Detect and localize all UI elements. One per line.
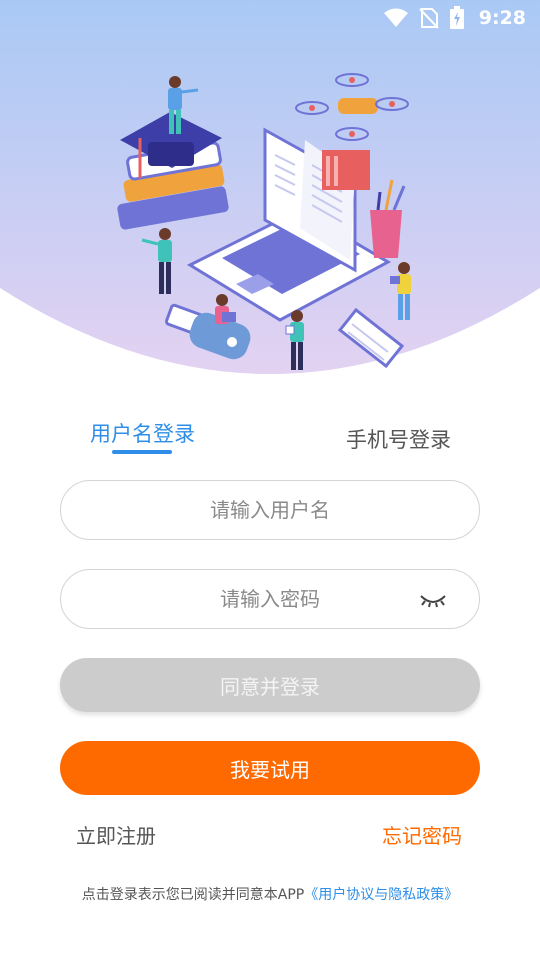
tab-username-login[interactable]: 用户名登录 (90, 418, 195, 448)
trial-button[interactable]: 我要试用 (60, 741, 480, 795)
password-input[interactable] (61, 570, 479, 628)
no-sim-icon (419, 8, 439, 29)
agreement-text: 点击登录表示您已阅读并同意本APP《用户协议与隐私政策》 (0, 884, 540, 904)
forgot-password-link[interactable]: 忘记密码 (382, 820, 462, 849)
hero-illustration (0, 0, 540, 380)
book-stand-icon (322, 150, 370, 190)
agree-and-login-button[interactable]: 同意并登录 (60, 658, 480, 712)
education-illustration (0, 0, 540, 374)
status-time: 9:28 (478, 7, 526, 29)
tab-active-underline (112, 450, 172, 454)
eye-closed-icon[interactable] (419, 588, 447, 612)
agreement-link[interactable]: 《用户协议与隐私政策》 (304, 887, 458, 903)
login-tabs: 用户名登录 手机号登录 (0, 410, 540, 460)
battery-charging-icon (449, 6, 464, 29)
register-link[interactable]: 立即注册 (76, 820, 156, 849)
wifi-icon (383, 8, 408, 27)
status-bar: 9:28 (0, 0, 540, 36)
password-field-container (60, 569, 480, 629)
username-input[interactable] (61, 481, 479, 539)
tab-phone-login[interactable]: 手机号登录 (346, 424, 451, 454)
agreement-prefix: 点击登录表示您已阅读并同意本APP (81, 887, 305, 903)
username-field-container (60, 480, 480, 540)
status-icons: 9:28 (383, 6, 526, 30)
